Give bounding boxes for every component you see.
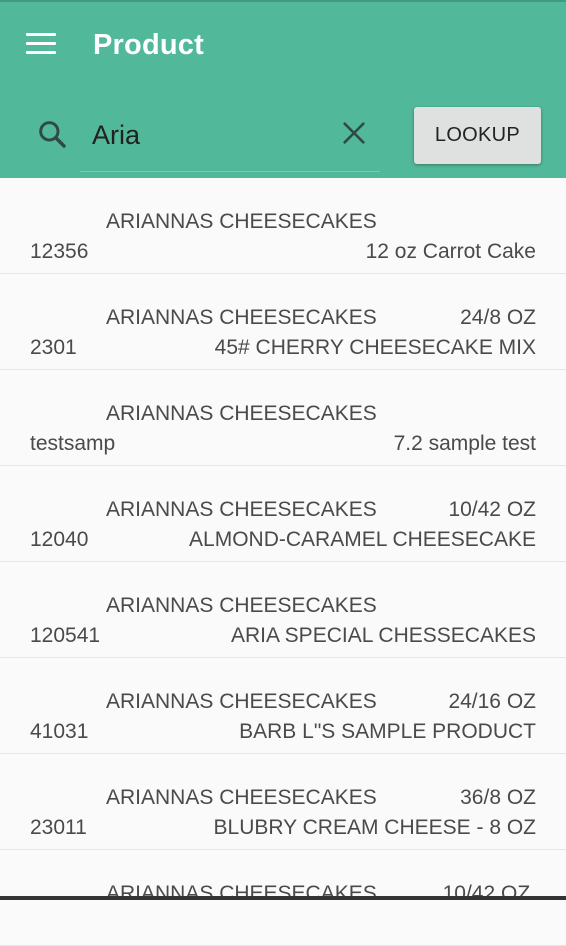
vendor-name: ARIANNAS CHEESECAKES — [106, 306, 377, 329]
search-icon — [39, 121, 66, 148]
product-description: BLUBRY CREAM CHEESE - 8 OZ — [213, 816, 536, 839]
pack-size: 24/8 OZ — [460, 306, 536, 329]
status-line — [0, 0, 566, 2]
vendor-name: ARIANNAS CHEESECAKES — [106, 882, 377, 905]
list-item[interactable]: ARIANNAS CHEESECAKES 12356 12 oz Carrot … — [0, 178, 566, 274]
product-code: 2301 — [30, 336, 77, 359]
product-list: ARIANNAS CHEESECAKES 12356 12 oz Carrot … — [0, 178, 566, 946]
pack-size: 36/8 OZ — [460, 786, 536, 809]
product-description: 7.2 sample test — [393, 432, 536, 455]
pack-size: 24/16 OZ — [448, 690, 536, 713]
product-description: 12 oz Carrot Cake — [365, 240, 536, 263]
lookup-button[interactable]: LOOKUP — [414, 107, 541, 164]
list-item[interactable]: ARIANNAS CHEESECAKES 36/8 OZ 23011 BLUBR… — [0, 754, 566, 850]
vendor-name: ARIANNAS CHEESECAKES — [106, 786, 377, 809]
vendor-name: ARIANNAS CHEESECAKES — [106, 498, 377, 521]
product-code: 23011 — [30, 816, 87, 839]
vendor-name: ARIANNAS CHEESECAKES — [106, 594, 377, 617]
list-item[interactable]: ARIANNAS CHEESECAKES testsamp 7.2 sample… — [0, 370, 566, 466]
product-description: ARIA SPECIAL CHESSECAKES — [230, 624, 536, 647]
search-underline — [80, 171, 380, 172]
product-code: 41031 — [30, 720, 89, 743]
vendor-name: ARIANNAS CHEESECAKES — [106, 690, 377, 713]
product-description: ALMOND-CARAMEL CHEESECAKE — [189, 528, 536, 551]
close-icon[interactable] — [340, 119, 368, 147]
pack-size: 10/42 OZ. — [442, 882, 536, 905]
product-code: 12356 — [30, 240, 89, 263]
pack-size: 10/42 OZ — [448, 498, 536, 521]
product-code: 120541 — [30, 624, 101, 647]
page-title: Product — [93, 29, 204, 61]
list-item[interactable]: ARIANNAS CHEESECAKES 24/16 OZ 41031 BARB… — [0, 658, 566, 754]
product-description: 45# CHERRY CHEESECAKE MIX — [214, 336, 536, 359]
list-item[interactable]: ARIANNAS CHEESECAKES 120541 ARIA SPECIAL… — [0, 562, 566, 658]
hamburger-menu-icon[interactable] — [26, 33, 58, 59]
product-code: testsamp — [30, 432, 116, 455]
product-code: 12040 — [30, 528, 89, 551]
bottom-edge — [0, 896, 566, 900]
product-description: BARB L"S SAMPLE PRODUCT — [239, 720, 536, 743]
vendor-name: ARIANNAS CHEESECAKES — [106, 210, 377, 233]
vendor-name: ARIANNAS CHEESECAKES — [106, 402, 377, 425]
app-bar: Product LOOKUP — [0, 0, 566, 178]
list-item[interactable]: ARIANNAS CHEESECAKES 10/42 OZ 12040 ALMO… — [0, 466, 566, 562]
list-item[interactable]: ARIANNAS CHEESECAKES 24/8 OZ 2301 45# CH… — [0, 274, 566, 370]
